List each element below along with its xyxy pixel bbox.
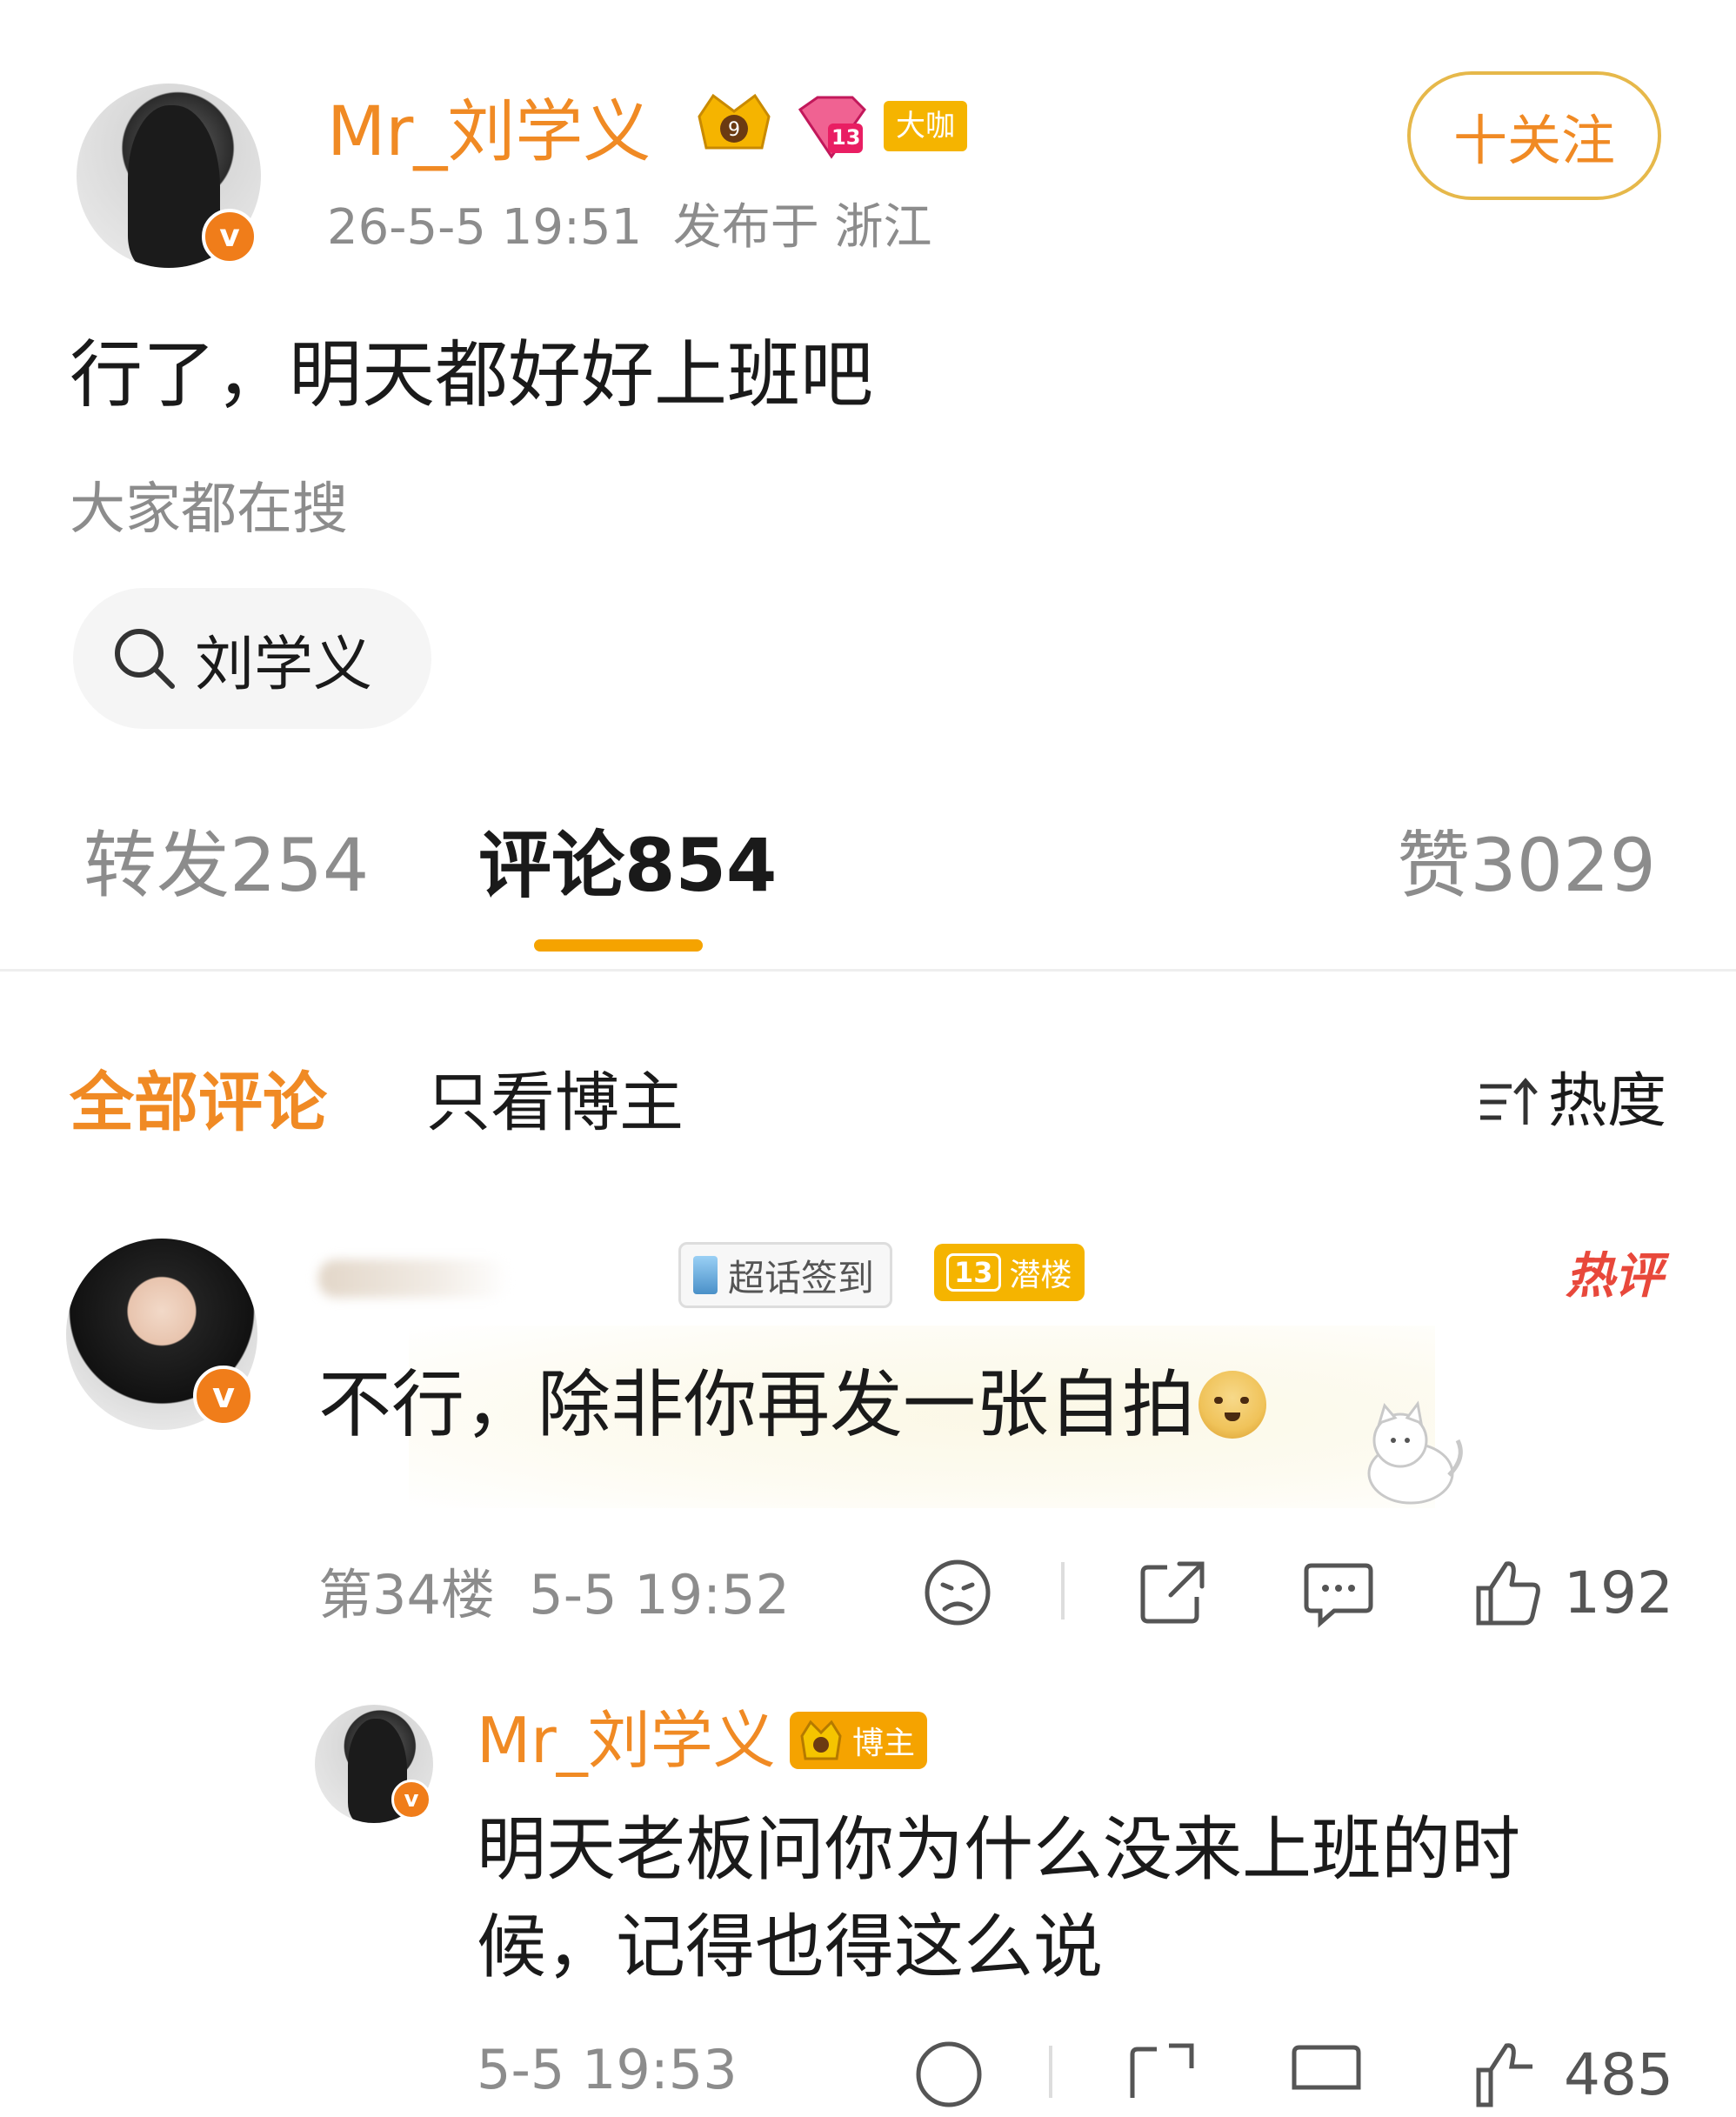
reply-author-tag: 博主 [790, 1712, 928, 1769]
reply-like-count: 485 [1564, 2040, 1673, 2108]
follow-label: 十关注 [1452, 109, 1615, 172]
comment-bubble-icon [1304, 1563, 1373, 1628]
crown-small-icon [800, 1720, 842, 1760]
big-v-badge: 大咖 [884, 101, 967, 151]
diamond-level-badge: 13 [791, 94, 868, 160]
post-meta: 26-5-5 19:51 发布于 浙江 [327, 199, 932, 256]
reply-author-tag-label: 博主 [852, 1726, 916, 1761]
reply-text-line1: 明天老板问你为什么没来上班的时 [477, 1809, 1520, 1890]
reply-share-icon [1130, 2043, 1194, 2098]
like-button[interactable]: 192 [1468, 1553, 1673, 1632]
sad-face-icon [925, 1559, 991, 1626]
search-chip[interactable]: 刘学义 [73, 588, 431, 729]
comment-text: 不行，除非你再发一张自拍 [318, 1359, 1267, 1451]
supertopic-checkin-badge: 超话签到 [678, 1242, 893, 1308]
sort-by-hot[interactable]: 热度 [1477, 1063, 1666, 1141]
sort-label: 热度 [1547, 1067, 1666, 1136]
reply-verified-icon: v [391, 1780, 431, 1820]
supertopic-checkin-label: 超话签到 [728, 1256, 875, 1299]
commenter-level-badge: 13 潜楼 [934, 1244, 1085, 1301]
crown-badge-icon: 9 [687, 90, 781, 160]
tab-comment-underline [534, 939, 703, 952]
reply-author-name[interactable]: Mr_刘学义 [477, 1701, 776, 1780]
thumbs-up-icon [1476, 1561, 1540, 1626]
reply-thumbs-up-icon [1476, 2043, 1532, 2107]
reply-meta: 5-5 19:53 [477, 2038, 738, 2101]
search-section-title: 大家都在搜 [70, 477, 348, 542]
diamond-level-value: 13 [831, 125, 861, 150]
commenter-level-value: 13 [946, 1253, 1001, 1292]
follow-button[interactable]: 十关注 [1407, 71, 1661, 200]
search-chip-label: 刘学义 [195, 630, 373, 699]
reply-action-divider [1049, 2046, 1052, 2098]
doge-emoji-icon [1199, 1371, 1267, 1439]
comment-meta: 第34楼 5-5 19:52 [318, 1563, 790, 1626]
share-icon [1140, 1561, 1205, 1624]
sort-icon [1477, 1076, 1538, 1128]
filter-only-author[interactable]: 只看博主 [426, 1061, 684, 1145]
tab-like[interactable]: 赞3029 [1397, 818, 1656, 913]
commenter-level-label: 潜楼 [1009, 1258, 1072, 1293]
dislike-button[interactable] [918, 1553, 997, 1632]
action-divider [1061, 1562, 1065, 1619]
supertopic-icon [693, 1256, 718, 1294]
svg-text:9: 9 [728, 119, 740, 141]
reply-text-line2: 候，记得也得这么说 [477, 1907, 1103, 1987]
filter-all-comments[interactable]: 全部评论 [70, 1061, 327, 1145]
comment-text-body: 不行，除非你再发一张自拍 [318, 1362, 1196, 1447]
reply-like-button[interactable]: 485 [1468, 2035, 1673, 2114]
share-button[interactable] [1132, 1553, 1211, 1632]
verified-v-icon: v [202, 209, 257, 264]
tab-comment[interactable]: 评论854 [478, 818, 777, 913]
search-icon [111, 625, 177, 691]
post-content: 行了，明天都好好上班吧 [70, 332, 874, 417]
commenter-verified-icon: v [193, 1366, 254, 1426]
reply-dislike-button[interactable] [910, 2035, 988, 2114]
reply-reply-button[interactable] [1287, 2035, 1365, 2114]
tabs-divider [0, 969, 1736, 972]
hot-comment-tag: 热评 [1566, 1248, 1663, 1305]
comment-like-count: 192 [1564, 1559, 1673, 1626]
reply-button[interactable] [1299, 1553, 1378, 1632]
post-author-name[interactable]: Mr_刘学义 [327, 90, 651, 174]
cat-sticker-icon [1350, 1397, 1472, 1508]
tab-repost[interactable]: 转发254 [83, 818, 369, 913]
reply-comment-icon [1292, 2045, 1361, 2090]
reply-sad-face-icon [916, 2041, 982, 2107]
commenter-name-blurred[interactable] [318, 1259, 510, 1298]
reply-share-button[interactable] [1122, 2035, 1200, 2114]
